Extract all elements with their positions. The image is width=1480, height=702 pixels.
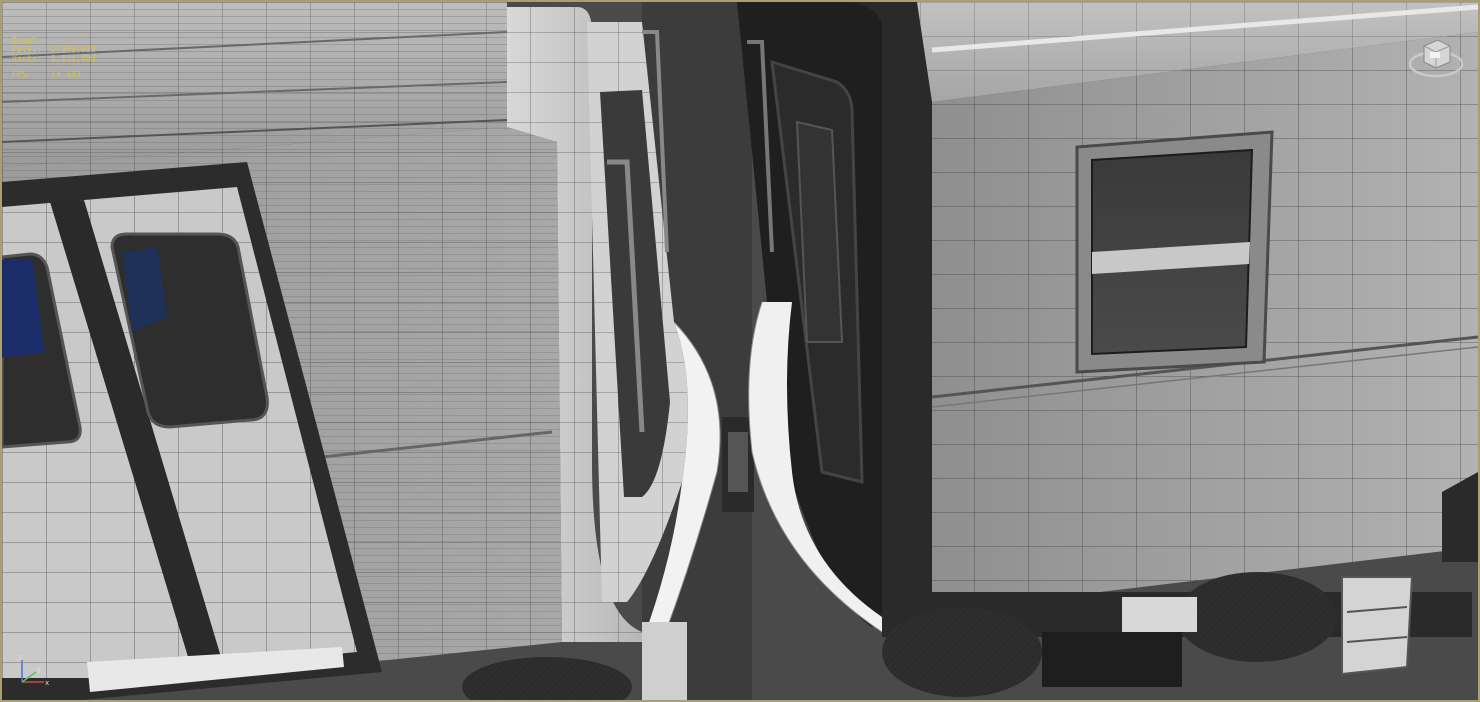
stats-verts-label: Verts: bbox=[12, 54, 43, 63]
viewport-statistics: Total Polys: 2,326,022 Verts: 1,171,493 … bbox=[12, 36, 96, 79]
gizmo-z-label: z bbox=[19, 653, 23, 661]
gizmo-y-label: y bbox=[37, 665, 41, 673]
stats-fps-label: FPS: bbox=[12, 70, 33, 79]
viewcube-icon[interactable] bbox=[1408, 32, 1464, 82]
stats-row-verts: Verts: 1,171,493 bbox=[12, 54, 96, 63]
stats-polys-value: 2,326,022 bbox=[51, 45, 97, 54]
stats-fps-value: 14.143 bbox=[51, 70, 82, 79]
stats-polys-label: Polys: bbox=[12, 45, 43, 54]
couplers bbox=[722, 417, 754, 512]
gizmo-x-label: x bbox=[45, 679, 49, 687]
stats-verts-value: 1,171,493 bbox=[51, 54, 97, 63]
subway-cars-wireframe-scene[interactable] bbox=[2, 2, 1478, 700]
stats-header: Total bbox=[12, 36, 38, 45]
right-car-window bbox=[1075, 130, 1274, 374]
perspective-viewport[interactable]: Total Polys: 2,326,022 Verts: 1,171,493 … bbox=[0, 0, 1480, 702]
stats-row-fps: FPS: 14.143 bbox=[12, 70, 96, 79]
axis-gizmo-icon: x z y bbox=[19, 653, 49, 687]
stats-row-polys: Polys: 2,326,022 bbox=[12, 45, 96, 54]
